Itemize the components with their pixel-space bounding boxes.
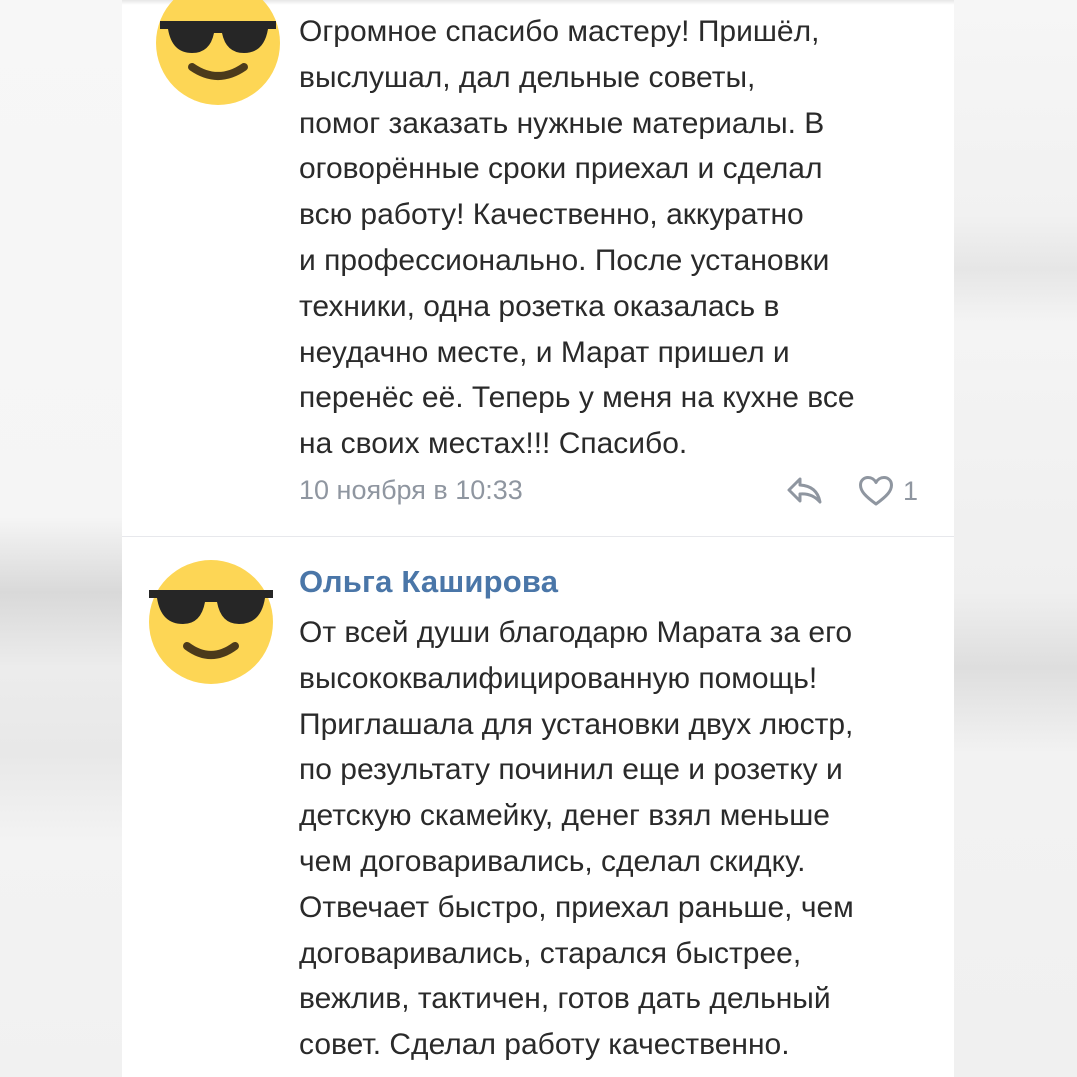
comment-author-link[interactable]: Ольга Каширова	[299, 562, 558, 602]
comment-text-line: детскую скамейку, денег взял меньше	[299, 799, 830, 833]
comment-text-line: выслушал, дал дельные советы,	[299, 60, 756, 94]
like-count: 1	[903, 476, 919, 506]
comment-text-line: вежлив, тактичен, готов дать дельный	[299, 982, 831, 1016]
comment: Ольга Каширова От всей души благодарю Ма…	[122, 537, 954, 1077]
comment-text-line: перенёс её. Теперь у меня на кухне все	[299, 381, 855, 415]
heart-icon	[859, 476, 893, 506]
comment-text-line: неудачно месте, и Марат пришел и	[299, 335, 790, 369]
comment-text-line: Приглашала для установки двух люстр,	[299, 707, 854, 741]
comment-text-line: чем договаривались, сделал скидку.	[299, 844, 806, 878]
comment-text-line: всю работу! Качественно, аккуратно	[299, 198, 804, 232]
comments-panel: Огромное спасибо мастеру! Пришёл, выслуш…	[122, 0, 954, 1077]
background-blur-left	[0, 0, 122, 1077]
reply-button[interactable]	[785, 472, 825, 508]
comment-text-line: совет. Сделал работу качественно.	[299, 1028, 790, 1062]
avatar[interactable]	[156, 0, 280, 105]
comment-text-line: помог заказать нужные материалы. В	[299, 106, 825, 140]
comment-text-line: Огромное спасибо мастеру! Пришёл,	[299, 15, 820, 48]
sunglasses-emoji-icon	[149, 560, 273, 684]
comment-text-line: договаривались, старался быстрее,	[299, 936, 802, 970]
comment-text-line: по результату починил еще и розетку и	[299, 753, 843, 787]
reply-arrow-icon	[787, 477, 822, 504]
sunglasses-emoji-icon	[156, 0, 280, 105]
comment-text: Огромное спасибо мастеру! Пришёл, выслуш…	[299, 9, 929, 467]
background-blur-right	[954, 0, 1077, 1077]
avatar[interactable]	[149, 560, 273, 684]
like-button[interactable]: 1	[858, 472, 928, 508]
comment-text: От всей души благодарю Марата за его выс…	[299, 610, 929, 1068]
comment-text-line: и профессионально. После установки	[299, 243, 830, 277]
comment-text-line: От всей души благодарю Марата за его	[299, 616, 853, 649]
comment-text-line: Отвечает быстро, приехал раньше, чем	[299, 890, 854, 924]
comment-text-line: высококвалифицированную помощь!	[299, 661, 818, 695]
comment-date[interactable]: 10 ноября в 10:33	[299, 470, 523, 510]
comment-text-line: оговорённые сроки приехал и сделал	[299, 152, 823, 186]
comment: Огромное спасибо мастеру! Пришёл, выслуш…	[122, 0, 954, 536]
comment-text-line: техники, одна розетка оказалась в	[299, 289, 780, 323]
comment-text-line: на своих местах!!! Спасибо.	[299, 427, 688, 461]
comment-meta: 10 ноября в 10:33 1	[299, 470, 929, 510]
